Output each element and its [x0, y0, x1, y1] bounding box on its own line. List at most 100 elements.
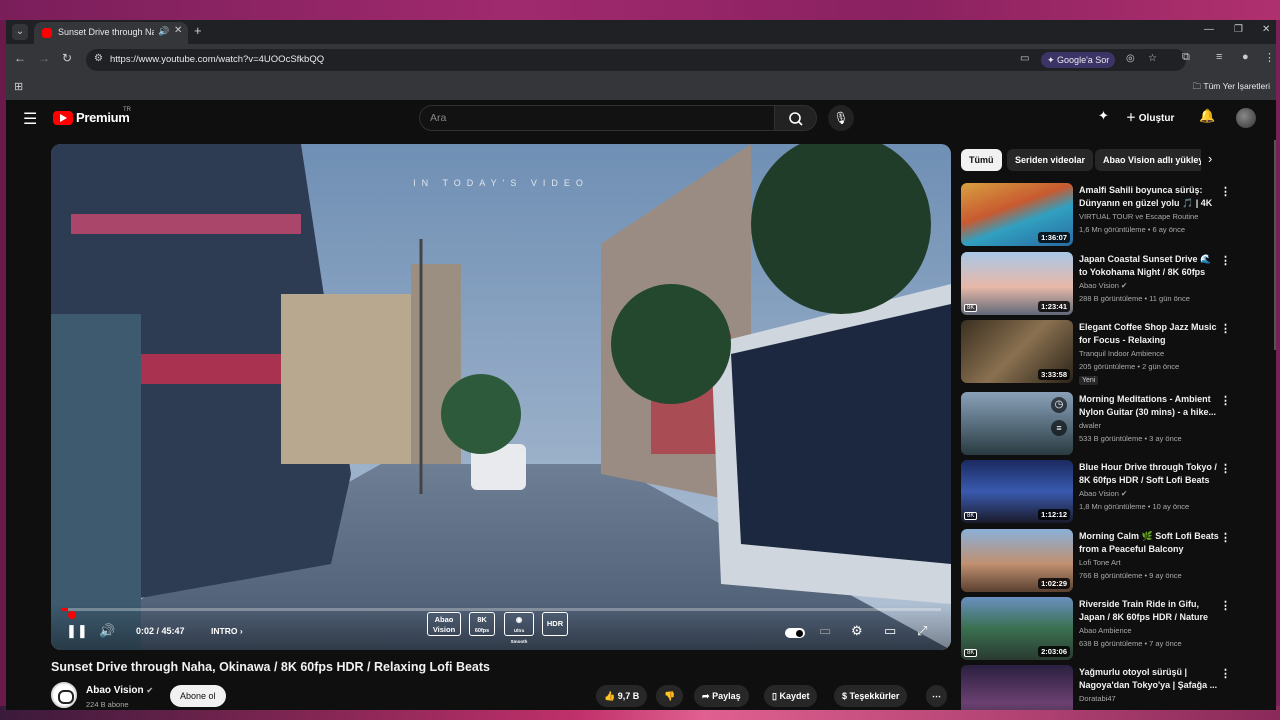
eye-off-icon[interactable]: ◎: [1126, 53, 1135, 64]
scrubber-handle[interactable]: [68, 611, 76, 619]
list-item[interactable]: ◷ ≡ Morning Meditations - Ambient Nylon …: [961, 392, 1261, 456]
more-actions-icon[interactable]: ⋯: [926, 685, 947, 707]
rec-channel[interactable]: VIRTUAL TOUR ve Escape Routine: [1079, 212, 1198, 221]
video-thumbnail[interactable]: 3:33:58: [961, 320, 1073, 383]
more-options-icon[interactable]: ⋮: [1220, 322, 1231, 335]
list-item[interactable]: 1:36:07 Amalfi Sahili boyunca sürüş: Dün…: [961, 183, 1261, 247]
more-options-icon[interactable]: ⋮: [1220, 254, 1231, 267]
subtitles-icon[interactable]: ▭: [819, 623, 831, 639]
rec-channel[interactable]: Lofi Tone Art: [1079, 558, 1121, 567]
rec-channel[interactable]: Abao Vision ✔: [1079, 281, 1127, 290]
video-thumbnail[interactable]: 8K 1:12:12: [961, 460, 1073, 523]
google-ask-button[interactable]: ✦ Google'a Sor: [1041, 52, 1116, 68]
minimize-icon[interactable]: —: [1204, 24, 1214, 35]
profile-icon[interactable]: ●: [1242, 51, 1249, 63]
chevron-right-icon[interactable]: ›: [1208, 151, 1212, 166]
ai-icon[interactable]: ✦: [1098, 108, 1109, 124]
video-thumbnail[interactable]: [961, 665, 1073, 710]
channel-avatar[interactable]: [51, 682, 77, 708]
rec-title[interactable]: Morning Calm 🌿 Soft Lofi Beats from a Pe…: [1079, 530, 1219, 556]
add-to-queue-icon[interactable]: ≡: [1051, 420, 1067, 436]
video-thumbnail[interactable]: 1:02:29: [961, 529, 1073, 592]
microphone-icon[interactable]: 🎙: [828, 105, 854, 131]
list-item[interactable]: 3:33:58 Elegant Coffee Shop Jazz Music f…: [961, 320, 1261, 385]
more-options-icon[interactable]: ⋮: [1220, 394, 1231, 407]
new-tab-icon[interactable]: +: [194, 23, 202, 38]
youtube-logo-icon[interactable]: [53, 111, 73, 125]
chip-series[interactable]: Seriden videolar: [1007, 149, 1094, 171]
more-options-icon[interactable]: ⋮: [1220, 531, 1231, 544]
search-button[interactable]: [775, 105, 817, 131]
rec-title[interactable]: Riverside Train Ride in Gifu, Japan / 8K…: [1079, 598, 1219, 624]
rec-channel[interactable]: Tranquil Indoor Ambience: [1079, 349, 1164, 358]
site-info-icon[interactable]: ⚙: [94, 53, 103, 64]
browser-menu-icon[interactable]: ⋮: [1264, 51, 1275, 64]
chip-all[interactable]: Tümü: [961, 149, 1002, 171]
list-item[interactable]: Yağmurlu otoyol sürüşü | Nagoya'dan Toky…: [961, 665, 1261, 710]
dislike-button[interactable]: 👎: [656, 685, 684, 707]
search-input[interactable]: Ara: [419, 105, 775, 131]
all-bookmarks-button[interactable]: 🗀 Tüm Yer İşaretleri: [1193, 81, 1270, 95]
more-options-icon[interactable]: ⋮: [1220, 462, 1231, 475]
create-button[interactable]: ＋ Oluştur: [1126, 109, 1174, 124]
more-options-icon[interactable]: ⋮: [1220, 185, 1231, 198]
menu-icon[interactable]: ☰: [23, 109, 37, 129]
notifications-bell-icon[interactable]: 🔔: [1199, 108, 1215, 124]
rec-title[interactable]: Elegant Coffee Shop Jazz Music for Focus…: [1079, 321, 1219, 347]
tab-groups-icon[interactable]: ≡: [1216, 51, 1222, 63]
cast-icon[interactable]: ▭: [1020, 53, 1029, 64]
chip-uploader[interactable]: Abao Vision adlı yükleyicinin videoları: [1095, 149, 1201, 171]
back-icon[interactable]: ←: [14, 51, 26, 65]
thanks-button[interactable]: $ Teşekkürler: [834, 685, 908, 707]
scrollbar[interactable]: [1274, 140, 1276, 350]
volume-icon[interactable]: 🔊: [99, 623, 115, 639]
settings-gear-icon[interactable]: ⚙: [851, 623, 863, 639]
like-button[interactable]: 👍 9,7 B: [596, 685, 648, 707]
list-item[interactable]: 8K 1:12:12 Blue Hour Drive through Tokyo …: [961, 460, 1261, 524]
user-avatar[interactable]: [1236, 108, 1256, 128]
rec-channel[interactable]: Abao Vision ✔: [1079, 489, 1127, 498]
pause-icon[interactable]: ❚❚: [66, 623, 88, 639]
rec-channel[interactable]: dwaler: [1079, 421, 1101, 430]
bookmark-star-icon[interactable]: ☆: [1148, 53, 1157, 64]
rec-title[interactable]: Amalfi Sahili boyunca sürüş: Dünyanın en…: [1079, 184, 1219, 210]
more-options-icon[interactable]: ⋮: [1220, 667, 1231, 680]
rec-title[interactable]: Yağmurlu otoyol sürüşü | Nagoya'dan Toky…: [1079, 666, 1219, 692]
more-options-icon[interactable]: ⋮: [1220, 599, 1231, 612]
extensions-icon[interactable]: ⧉: [1182, 51, 1190, 64]
video-player[interactable]: IN TODAY'S VIDEO ❚❚ 🔊 0:02 / 45:47 INTRO…: [51, 144, 951, 650]
save-button[interactable]: ▯ Kaydet: [764, 685, 818, 707]
watch-later-icon[interactable]: ◷: [1051, 397, 1067, 413]
autoplay-toggle[interactable]: [785, 628, 805, 638]
close-window-icon[interactable]: ✕: [1262, 24, 1270, 35]
list-item[interactable]: 8K 1:23:41 Japan Coastal Sunset Drive 🌊 t…: [961, 252, 1261, 316]
apps-grid-icon[interactable]: ⊞: [14, 80, 23, 93]
rec-title[interactable]: Morning Meditations - Ambient Nylon Guit…: [1079, 393, 1219, 419]
reload-icon[interactable]: ↻: [62, 51, 72, 65]
channel-name[interactable]: Abao Vision ✔: [86, 685, 153, 696]
rec-title[interactable]: Japan Coastal Sunset Drive 🌊 to Yokohama…: [1079, 253, 1219, 279]
rec-channel[interactable]: Abao Ambience: [1079, 626, 1132, 635]
tab-search-icon[interactable]: ⌄: [12, 24, 28, 40]
restore-icon[interactable]: ❐: [1234, 24, 1243, 35]
logo-text[interactable]: Premium: [76, 110, 130, 125]
share-button[interactable]: ➦ Paylaş: [694, 685, 749, 707]
list-item[interactable]: 8K 2:03:06 Riverside Train Ride in Gifu, …: [961, 597, 1261, 661]
subscribe-button[interactable]: Abone ol: [170, 685, 226, 707]
forward-icon[interactable]: →: [38, 51, 50, 65]
video-thumbnail[interactable]: 8K 1:23:41: [961, 252, 1073, 315]
theater-mode-icon[interactable]: ▭: [884, 623, 896, 639]
video-thumbnail[interactable]: 1:36:07: [961, 183, 1073, 246]
rec-title[interactable]: Blue Hour Drive through Tokyo / 8K 60fps…: [1079, 461, 1219, 487]
close-tab-icon[interactable]: ✕: [174, 25, 182, 36]
video-thumbnail[interactable]: ◷ ≡: [961, 392, 1073, 455]
address-bar[interactable]: ⚙ https://www.youtube.com/watch?v=4UOOcS…: [86, 49, 1186, 71]
audio-playing-icon[interactable]: 🔊: [158, 26, 169, 37]
rec-channel[interactable]: Doratabi47: [1079, 694, 1116, 703]
list-item[interactable]: 1:02:29 Morning Calm 🌿 Soft Lofi Beats f…: [961, 529, 1261, 593]
progress-bar[interactable]: [61, 608, 941, 619]
chapter-button[interactable]: INTRO ›: [211, 626, 243, 636]
fullscreen-icon[interactable]: ⤢: [917, 623, 927, 639]
tab-active[interactable]: Sunset Drive through Naha, Okinawa / 8K …: [34, 22, 188, 44]
video-thumbnail[interactable]: 8K 2:03:06: [961, 597, 1073, 660]
